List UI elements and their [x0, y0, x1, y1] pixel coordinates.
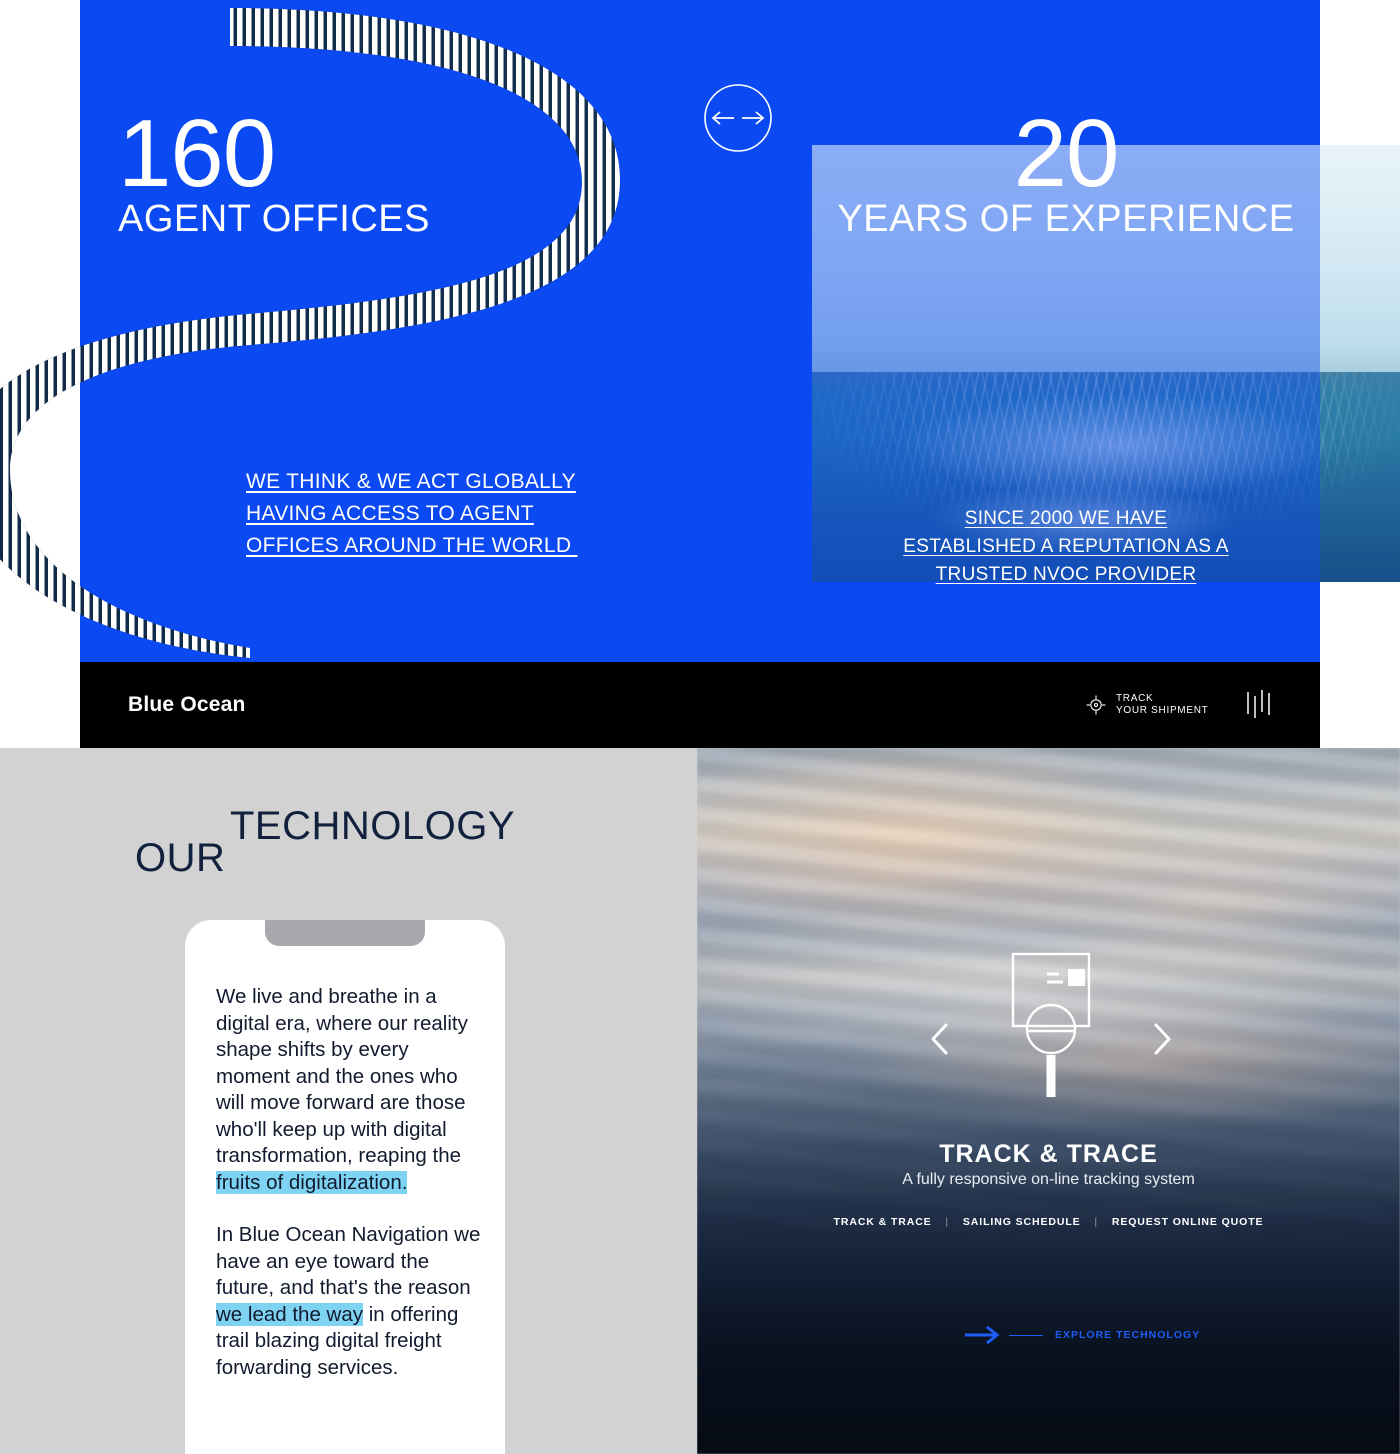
link-sailing-schedule[interactable]: SAILING SCHEDULE [963, 1216, 1081, 1228]
chevron-right-icon[interactable] [1145, 1020, 1177, 1058]
chevron-left-icon[interactable] [925, 1020, 957, 1058]
hero-right-tagline[interactable]: SINCE 2000 WE HAVE ESTABLISHED A REPUTAT… [812, 505, 1320, 589]
phone-text-content: We live and breathe in a digital era, wh… [216, 984, 484, 1381]
stat-number-20: 20 [1013, 100, 1120, 207]
hero-section: 160 AGENT OFFICES WE THINK & WE ACT GLOB… [0, 0, 1400, 662]
track-line-2: YOUR SHIPMENT [1116, 705, 1209, 716]
explore-technology-button[interactable]: EXPLORE TECHNOLOGY [965, 1326, 1200, 1344]
magnifier-over-document-icon [1011, 952, 1091, 1097]
panel-link-row: TRACK & TRACE | SAILING SCHEDULE | REQUE… [697, 1216, 1400, 1228]
top-navigation-bar: Blue Ocean TRACK YOUR SHIPMENT [80, 662, 1320, 748]
phone-mockup: We live and breathe in a digital era, wh… [185, 920, 505, 1454]
explore-technology-label: EXPLORE TECHNOLOGY [1055, 1329, 1201, 1341]
hero-left-tagline[interactable]: WE THINK & WE ACT GLOBALLY HAVING ACCESS… [246, 466, 577, 562]
panel-subtitle: A fully responsive on-line tracking syst… [902, 1171, 1195, 1188]
hero-right-line-1: SINCE 2000 WE HAVE [964, 508, 1168, 529]
link-request-online-quote[interactable]: REQUEST ONLINE QUOTE [1112, 1216, 1264, 1228]
paragraph-1: We live and breathe in a digital era, wh… [216, 984, 484, 1196]
hero-left-line-2: HAVING ACCESS TO AGENT [246, 502, 534, 525]
track-your-shipment-button[interactable]: TRACK YOUR SHIPMENT [1085, 693, 1208, 717]
stat-years-experience: 20 YEARS OF EXPERIENCE [812, 100, 1320, 241]
target-crosshair-icon [1086, 695, 1106, 715]
link-track-trace[interactable]: TRACK & TRACE [834, 1216, 932, 1228]
stat-label-years-experience: YEARS OF EXPERIENCE [837, 198, 1295, 241]
track-shipment-label: TRACK YOUR SHIPMENT [1116, 693, 1208, 717]
page-title-our: OUR [135, 836, 226, 880]
hero-left-line-1: WE THINK & WE ACT GLOBALLY [246, 470, 576, 493]
technology-section: TECHNOLOGY OUR We live and breathe in a … [0, 748, 1400, 1454]
brand-logo[interactable]: Blue Ocean [128, 693, 246, 717]
paragraph-2: In Blue Ocean Navigation we have an eye … [216, 1222, 484, 1381]
stat-number-160: 160 [118, 100, 276, 207]
paragraph-1-highlight: fruits of digitalization. [216, 1170, 408, 1194]
explore-divider-line [1009, 1334, 1043, 1336]
hero-right-line-3: TRUSTED NVOC PROVIDER [935, 564, 1197, 585]
paragraph-2-highlight: we lead the way [216, 1302, 364, 1326]
paragraph-1-text: We live and breathe in a digital era, wh… [216, 985, 468, 1167]
link-separator-2: | [1094, 1216, 1099, 1228]
stat-agent-offices: 160 AGENT OFFICES [118, 100, 430, 241]
menu-bars-icon[interactable] [1245, 690, 1271, 720]
page-title-technology: TECHNOLOGY [230, 804, 516, 848]
hero-right-line-2: ESTABLISHED A REPUTATION AS A [903, 536, 1229, 557]
stat-label-agent-offices: AGENT OFFICES [118, 198, 430, 241]
hero-left-line-3: OFFICES AROUND THE WORLD [246, 534, 578, 557]
link-separator-1: | [945, 1216, 950, 1228]
panel-title: TRACK & TRACE [939, 1140, 1158, 1168]
paragraph-2-text-a: In Blue Ocean Navigation we have an eye … [216, 1223, 481, 1299]
track-line-1: TRACK [1116, 693, 1154, 704]
left-right-arrows-icon[interactable] [703, 83, 773, 153]
arrow-right-icon [965, 1326, 999, 1344]
phone-notch [265, 920, 425, 946]
